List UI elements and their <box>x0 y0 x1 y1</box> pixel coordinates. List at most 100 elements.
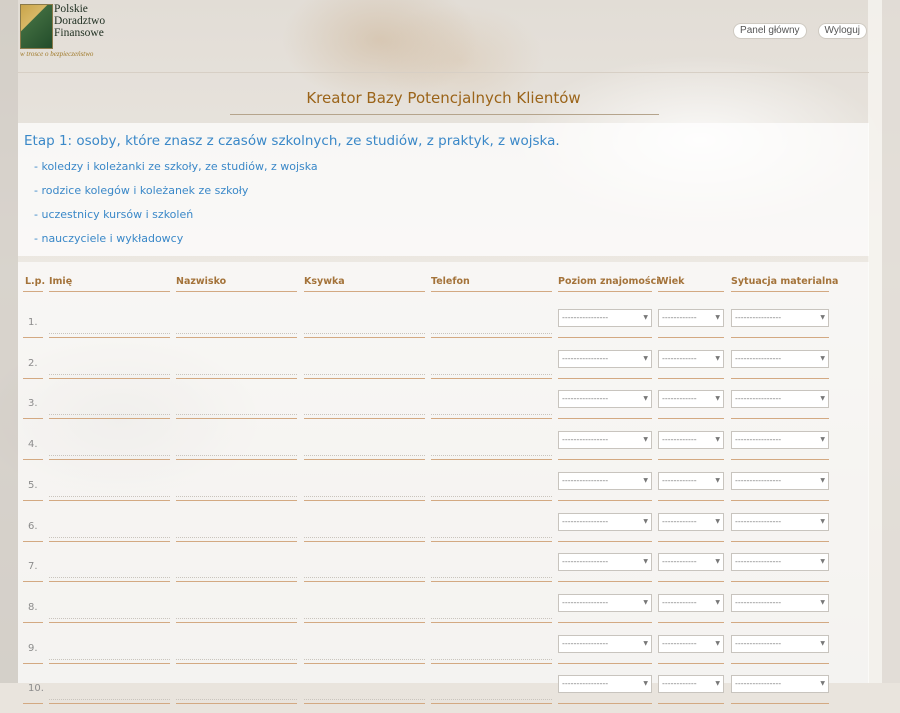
nazwisko-input[interactable] <box>176 683 297 701</box>
poziom-select[interactable]: ---------------- ▼ <box>558 634 652 653</box>
ksywka-input[interactable] <box>304 439 425 457</box>
sytuacja-select[interactable]: ---------------- ▼ <box>731 471 829 490</box>
row-divider <box>558 459 652 461</box>
logout-button[interactable]: Wyloguj <box>817 23 867 39</box>
wiek-select[interactable]: ------------ ▼ <box>658 390 724 409</box>
select-value: ---------------- <box>735 394 782 404</box>
header-imie: Imię <box>49 276 73 287</box>
sytuacja-select[interactable]: ---------------- ▼ <box>731 390 829 409</box>
sytuacja-select[interactable]: ---------------- ▼ <box>731 349 829 368</box>
imie-input[interactable] <box>49 357 170 375</box>
nazwisko-input[interactable] <box>176 561 297 579</box>
imie-input[interactable] <box>49 683 170 701</box>
telefon-input[interactable] <box>431 520 552 538</box>
row-divider <box>176 621 297 623</box>
imie-input[interactable] <box>49 642 170 660</box>
nazwisko-input[interactable] <box>176 317 297 334</box>
header-underline <box>731 291 829 292</box>
ksywka-input[interactable] <box>304 601 425 619</box>
wiek-select[interactable]: ------------ ▼ <box>658 309 724 327</box>
imie-input[interactable] <box>49 561 170 579</box>
chevron-down-icon: ▼ <box>715 680 720 688</box>
nazwisko-input[interactable] <box>176 601 297 619</box>
ksywka-input[interactable] <box>304 520 425 538</box>
wiek-select[interactable]: ------------ ▼ <box>658 431 724 450</box>
wiek-select[interactable]: ------------ ▼ <box>658 553 724 572</box>
telefon-input[interactable] <box>431 357 552 375</box>
select-value: ---------------- <box>562 679 609 689</box>
nazwisko-input[interactable] <box>176 439 297 457</box>
chevron-down-icon: ▼ <box>715 354 720 362</box>
select-value: ---------------- <box>562 435 609 445</box>
sytuacja-select[interactable]: ---------------- ▼ <box>731 593 829 612</box>
chevron-down-icon: ▼ <box>820 476 825 484</box>
poziom-select[interactable]: ---------------- ▼ <box>558 593 652 612</box>
wiek-select[interactable]: ------------ ▼ <box>658 471 724 490</box>
nazwisko-input[interactable] <box>176 357 297 375</box>
row-divider <box>176 499 297 501</box>
poziom-select[interactable]: ---------------- ▼ <box>558 471 652 490</box>
imie-input[interactable] <box>49 479 170 497</box>
poziom-select[interactable]: ---------------- ▼ <box>558 512 652 531</box>
home-panel-button[interactable]: Panel główny <box>733 23 807 39</box>
row-divider <box>731 621 829 623</box>
telefon-input[interactable] <box>431 683 552 701</box>
poziom-select[interactable]: ---------------- ▼ <box>558 553 652 572</box>
chevron-down-icon: ▼ <box>820 354 825 362</box>
row-divider <box>49 581 170 583</box>
row-divider <box>23 418 43 420</box>
imie-input[interactable] <box>49 601 170 619</box>
logo-line-2: Doradztwo <box>54 15 106 27</box>
header-lp: L.p. <box>25 276 46 287</box>
company-logo[interactable]: Polskie Doradztwo Finansowe w trosce o b… <box>20 3 120 60</box>
row-divider <box>49 540 170 542</box>
telefon-input[interactable] <box>431 601 552 619</box>
ksywka-input[interactable] <box>304 683 425 701</box>
ksywka-input[interactable] <box>304 317 425 334</box>
row-divider <box>49 499 170 501</box>
telefon-input[interactable] <box>431 561 552 579</box>
telefon-input[interactable] <box>431 317 552 334</box>
row-divider <box>731 499 829 501</box>
nazwisko-input[interactable] <box>176 479 297 497</box>
poziom-select[interactable]: ---------------- ▼ <box>558 349 652 368</box>
wiek-select[interactable]: ------------ ▼ <box>658 349 724 368</box>
row-number: 4. <box>28 439 38 451</box>
header-wiek: Wiek <box>658 276 685 287</box>
ksywka-input[interactable] <box>304 561 425 579</box>
step-hint: - nauczyciele i wykładowcy <box>34 232 184 245</box>
sytuacja-select[interactable]: ---------------- ▼ <box>731 553 829 572</box>
row-divider <box>176 540 297 542</box>
sytuacja-select[interactable]: ---------------- ▼ <box>731 512 829 531</box>
telefon-input[interactable] <box>431 479 552 497</box>
row-divider <box>658 337 724 338</box>
imie-input[interactable] <box>49 398 170 416</box>
ksywka-input[interactable] <box>304 642 425 660</box>
imie-input[interactable] <box>49 317 170 334</box>
poziom-select[interactable]: ---------------- ▼ <box>558 431 652 450</box>
wiek-select[interactable]: ------------ ▼ <box>658 675 724 694</box>
nazwisko-input[interactable] <box>176 520 297 538</box>
poziom-select[interactable]: ---------------- ▼ <box>558 309 652 327</box>
sytuacja-select[interactable]: ---------------- ▼ <box>731 431 829 450</box>
table-row: 10. ---------------- ▼ ------------ ▼ -------… <box>18 673 869 713</box>
wiek-select[interactable]: ------------ ▼ <box>658 634 724 653</box>
poziom-select[interactable]: ---------------- ▼ <box>558 675 652 694</box>
telefon-input[interactable] <box>431 439 552 457</box>
telefon-input[interactable] <box>431 398 552 416</box>
poziom-select[interactable]: ---------------- ▼ <box>558 390 652 409</box>
header-poziom: Poziom znajomości <box>558 276 660 287</box>
telefon-input[interactable] <box>431 642 552 660</box>
ksywka-input[interactable] <box>304 479 425 497</box>
wiek-select[interactable]: ------------ ▼ <box>658 593 724 612</box>
imie-input[interactable] <box>49 520 170 538</box>
ksywka-input[interactable] <box>304 357 425 375</box>
sytuacja-select[interactable]: ---------------- ▼ <box>731 675 829 694</box>
wiek-select[interactable]: ------------ ▼ <box>658 512 724 531</box>
nazwisko-input[interactable] <box>176 642 297 660</box>
ksywka-input[interactable] <box>304 398 425 416</box>
imie-input[interactable] <box>49 439 170 457</box>
nazwisko-input[interactable] <box>176 398 297 416</box>
sytuacja-select[interactable]: ---------------- ▼ <box>731 634 829 653</box>
sytuacja-select[interactable]: ---------------- ▼ <box>731 309 829 327</box>
